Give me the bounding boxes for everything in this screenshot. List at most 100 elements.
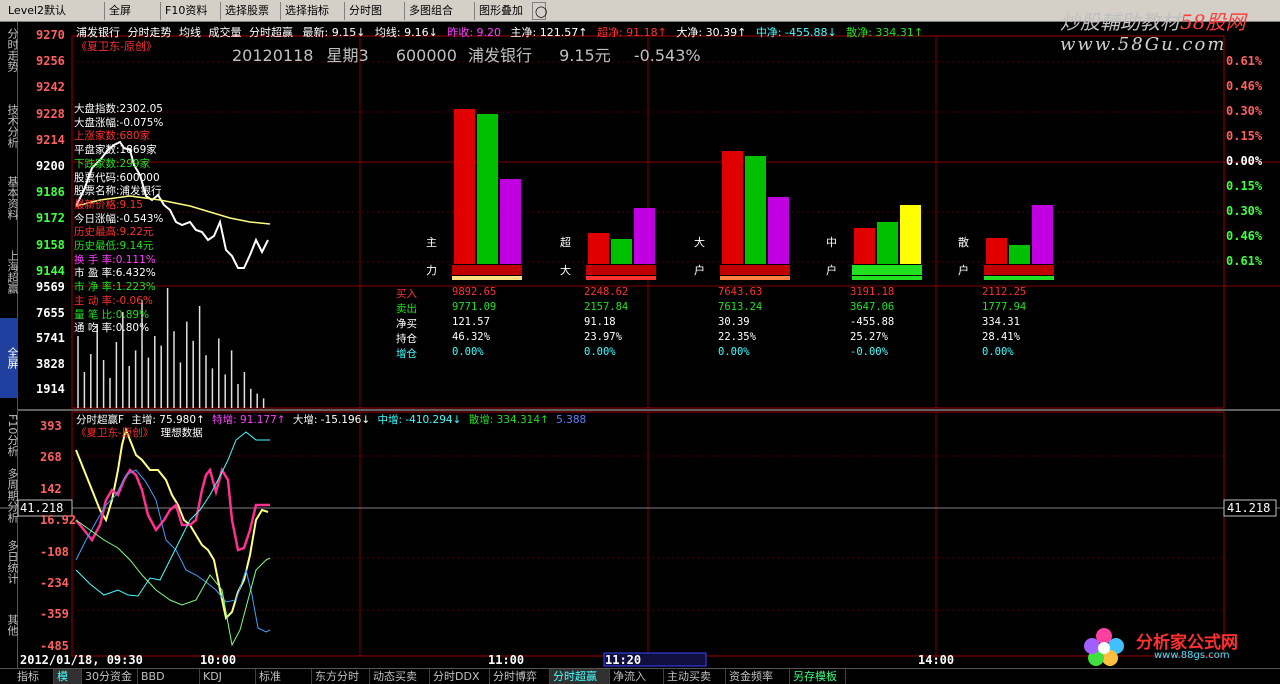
info-value: 1869家 — [119, 144, 157, 157]
flow-row-label: 持仓 — [396, 333, 417, 345]
flow-cell: 7613.24 — [718, 301, 763, 313]
lower-super: 特增: 91.177↑ — [212, 414, 286, 426]
price-tick: 9172 — [36, 211, 65, 226]
time-1120: 11:20 — [605, 653, 642, 667]
bottom-tab[interactable]: 指标 — [14, 669, 54, 684]
info-key: 今日涨幅: — [74, 212, 120, 225]
bottom-tab[interactable]: 资金频率 — [726, 669, 790, 684]
small-increase-line — [75, 519, 271, 647]
flow-cell: 0.00% — [584, 346, 616, 358]
flow-bar — [477, 113, 498, 264]
flow-cell: 3191.18 — [850, 286, 895, 298]
bottom-tab[interactable]: 分时超赢 — [550, 669, 610, 684]
small-net: 散净: 334.31↑ — [846, 26, 924, 39]
info-key: 大盘涨幅: — [74, 116, 120, 129]
bottom-tab[interactable]: 模板 — [54, 669, 82, 684]
info-value: 1.223% — [115, 281, 156, 294]
lower-big: 大增: -15.196↓ — [292, 414, 371, 426]
flow-bar — [1032, 205, 1053, 264]
info-key: 主 动 率: — [74, 294, 116, 307]
bottom-tab[interactable]: 分时DDX — [430, 669, 490, 684]
tab-avg[interactable]: 均线 — [179, 26, 201, 39]
bottom-tab[interactable]: 另存模板 — [790, 669, 846, 684]
percent-tick: 0.46% — [1226, 79, 1263, 93]
flow-cell: -455.88 — [850, 316, 895, 328]
time-1100: 11:00 — [488, 653, 525, 667]
volume-tick: 3828 — [36, 356, 65, 371]
info-value: 680家 — [119, 130, 151, 143]
price-tick: 9228 — [36, 106, 65, 121]
bottom-tab[interactable]: 东方分时 — [312, 669, 370, 684]
flow-base-bar — [852, 265, 922, 275]
mid-net: 中净: -455.88↓ — [755, 26, 837, 39]
price-tick: 9158 — [36, 237, 65, 252]
flow-bar — [722, 150, 743, 264]
title-date: 20120118 — [232, 46, 314, 65]
flow-bar — [634, 208, 655, 264]
flow-base-bar — [586, 265, 656, 275]
info-row: 量 笔 比:0.89% — [74, 309, 163, 323]
info-row: 换 手 率:0.111% — [74, 254, 163, 268]
flow-base-bar — [452, 265, 522, 275]
flow-base-bar — [984, 265, 1054, 275]
logo: 分析家公式网 www.88gs.com — [1080, 624, 1280, 668]
flow-cell: 3647.06 — [850, 301, 895, 313]
main-net: 主净: 121.57↑ — [510, 26, 588, 39]
flow-label-bottom: 力 — [426, 264, 437, 277]
info-row: 市 净 率:1.223% — [74, 281, 163, 295]
flow-cell: 23.97% — [584, 331, 622, 343]
flow-cell: 0.00% — [718, 346, 750, 358]
flow-base-strip — [586, 276, 656, 280]
info-row: 大盘指数:2302.05 — [74, 103, 163, 117]
bottom-tab[interactable]: 标准 — [256, 669, 312, 684]
flow-row-label: 卖出 — [396, 303, 417, 315]
percent-tick: 0.46% — [1226, 229, 1263, 243]
info-value: -0.06% — [115, 294, 153, 307]
info-row: 历史最低:9.14元 — [74, 240, 163, 254]
info-row: 今日涨幅:-0.543% — [74, 213, 163, 227]
price-tick: 9214 — [36, 132, 65, 147]
author-label: 《夏卫东-原创》 — [76, 40, 157, 53]
flow-base-strip — [984, 276, 1054, 280]
percent-tick: 0.30% — [1226, 104, 1263, 118]
cursor-value-right: 41.218 — [1227, 501, 1271, 515]
lower-tick: 16.92 — [40, 513, 77, 528]
lower-ideal: 理想数据 — [160, 427, 203, 439]
flow-row-label: 买入 — [396, 288, 417, 300]
info-key: 股票名称: — [74, 185, 120, 198]
flow-bar — [611, 239, 632, 264]
info-key: 换 手 率: — [74, 253, 116, 266]
lower-tick: -108 — [40, 544, 69, 559]
info-row: 通 吃 率:0.80% — [74, 322, 163, 336]
info-key: 下跌家数: — [74, 157, 120, 170]
cursor-value-left: 41.218 — [20, 501, 64, 515]
lower-tick: -485 — [40, 638, 69, 653]
flow-cell: -0.00% — [850, 346, 888, 358]
flow-cell: 7643.63 — [718, 286, 763, 298]
info-row: 最新价格:9.15 — [74, 199, 163, 213]
tab-volume[interactable]: 成交量 — [209, 26, 242, 39]
bottom-tab[interactable]: BBD — [138, 669, 200, 684]
price-tick: 9256 — [36, 54, 65, 69]
lower-author: 《夏卫东-原创》 — [76, 427, 154, 439]
percent-tick: 0.61% — [1226, 54, 1263, 68]
info-key: 市 净 率: — [74, 281, 116, 294]
info-row: 历史最高:9.22元 — [74, 226, 163, 240]
bottom-tab[interactable]: 分时博弈 — [490, 669, 550, 684]
flow-base-bar — [720, 265, 790, 275]
tab-chaoying[interactable]: 分时超赢 — [249, 26, 293, 39]
bottom-tab[interactable]: KDJ — [200, 669, 256, 684]
lower-tick: 393 — [40, 419, 62, 433]
flow-cell: 25.27% — [850, 331, 888, 343]
bottom-tab[interactable]: 30分资金 — [82, 669, 138, 684]
bottom-tab[interactable]: 主动买卖 — [664, 669, 726, 684]
info-key: 平盘家数: — [74, 144, 120, 157]
bottom-tab[interactable]: 动态买卖 — [370, 669, 430, 684]
flower-logo-icon — [1084, 628, 1124, 666]
info-row: 大盘涨幅:-0.075% — [74, 117, 163, 131]
percent-tick: 0.30% — [1226, 204, 1263, 218]
flow-label-top: 超 — [560, 236, 571, 249]
title-name: 浦发银行 — [467, 46, 532, 65]
info-value: 浦发银行 — [119, 185, 162, 198]
bottom-tab[interactable]: 净流入 — [610, 669, 664, 684]
